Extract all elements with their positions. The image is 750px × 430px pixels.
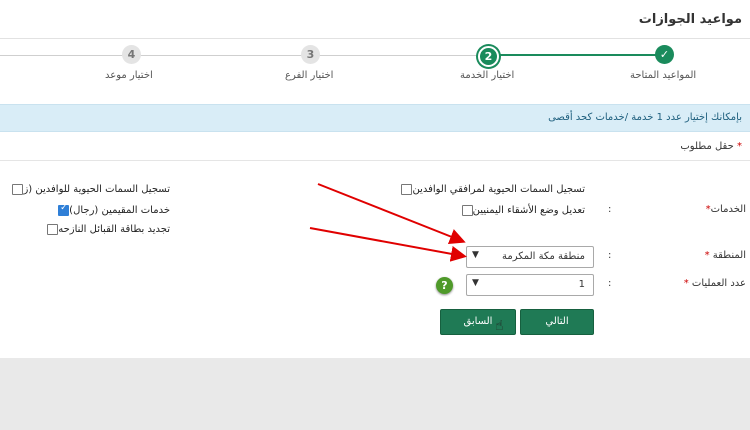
service-option-tribes-card[interactable]: تجديد بطاقة القبائل النازحه bbox=[43, 222, 170, 236]
service-option-expats-biometrics[interactable]: تسجيل السمات الحيوية للوافدين (ز bbox=[8, 182, 170, 196]
checkbox[interactable] bbox=[461, 204, 473, 216]
service-option-label: تجديد بطاقة القبائل النازحه bbox=[58, 223, 170, 235]
service-option-companions-biometrics[interactable]: تسجيل السمات الحيوية لمرافقي الوافدين bbox=[397, 182, 585, 196]
checkbox[interactable] bbox=[401, 183, 413, 195]
chevron-down-icon: ▼ bbox=[472, 278, 479, 288]
required-note: * حقل مطلوب bbox=[680, 141, 742, 152]
next-button[interactable]: التالي bbox=[520, 309, 594, 335]
region-colon: : bbox=[608, 250, 612, 261]
services-label: الخدمات* bbox=[706, 204, 746, 215]
stepper-progress bbox=[488, 54, 668, 56]
region-select[interactable]: منطقة مكة المكرمة ▼ bbox=[466, 246, 594, 268]
region-select-value: منطقة مكة المكرمة bbox=[502, 251, 585, 262]
step-4-label: اختيار موعد bbox=[105, 70, 153, 81]
step-2-circle[interactable]: 2 bbox=[478, 46, 499, 67]
step-1-check-icon[interactable]: ✓ bbox=[655, 45, 674, 64]
step-4-circle: 4 bbox=[122, 45, 141, 64]
step-1-label: المواعيد المتاحة bbox=[630, 70, 697, 81]
hand-cursor-icon: ☝ bbox=[495, 318, 504, 334]
main-panel: مواعيد الجوازات ✓ المواعيد المتاحة 2 اخت… bbox=[0, 0, 750, 358]
help-icon[interactable]: ? bbox=[436, 277, 453, 294]
prev-button[interactable]: السابق bbox=[440, 309, 516, 335]
header-bar: مواعيد الجوازات bbox=[0, 0, 750, 39]
service-option-label: تسجيل السمات الحيوية للوافدين (ز bbox=[23, 183, 170, 195]
checkbox[interactable] bbox=[12, 183, 24, 195]
checkbox[interactable] bbox=[47, 223, 59, 235]
ops-required-star: * bbox=[683, 278, 689, 289]
service-option-label: خدمات المقيمين (رجال) bbox=[69, 204, 170, 216]
ops-colon: : bbox=[608, 278, 612, 289]
divider bbox=[0, 160, 750, 161]
ops-count-label: عدد العمليات * bbox=[684, 278, 746, 289]
ops-count-value: 1 bbox=[578, 279, 585, 290]
required-star: * bbox=[737, 141, 742, 152]
step-3-label: اختيار الفرع bbox=[285, 70, 334, 81]
service-option-label: تسجيل السمات الحيوية لمرافقي الوافدين bbox=[412, 183, 585, 195]
region-label: المنطقة * bbox=[705, 250, 746, 261]
service-option-yemeni-status[interactable]: تعديل وضع الأشقاء اليمنيين bbox=[458, 203, 585, 217]
region-required-star: * bbox=[704, 250, 710, 261]
info-alert-text: بإمكانك إختيار عدد 1 خدمة /خدمات كحد أقص… bbox=[548, 112, 742, 123]
services-colon: : bbox=[608, 204, 612, 215]
ops-count-select[interactable]: 1 ▼ bbox=[466, 274, 594, 296]
page-title: مواعيد الجوازات bbox=[638, 12, 742, 27]
region-label-text: المنطقة bbox=[712, 250, 746, 261]
step-2-label: اختيار الخدمة bbox=[460, 70, 515, 81]
required-note-text: حقل مطلوب bbox=[680, 141, 734, 152]
ops-count-label-text: عدد العمليات bbox=[691, 278, 746, 289]
step-3-circle: 3 bbox=[301, 45, 320, 64]
service-option-label: تعديل وضع الأشقاء اليمنيين bbox=[472, 204, 585, 216]
services-label-text: الخدمات bbox=[710, 204, 746, 215]
checkbox-checked[interactable] bbox=[58, 203, 70, 216]
info-alert: بإمكانك إختيار عدد 1 خدمة /خدمات كحد أقص… bbox=[0, 104, 750, 132]
service-option-residents-men[interactable]: خدمات المقيمين (رجال) bbox=[54, 203, 170, 217]
chevron-down-icon: ▼ bbox=[472, 250, 479, 260]
